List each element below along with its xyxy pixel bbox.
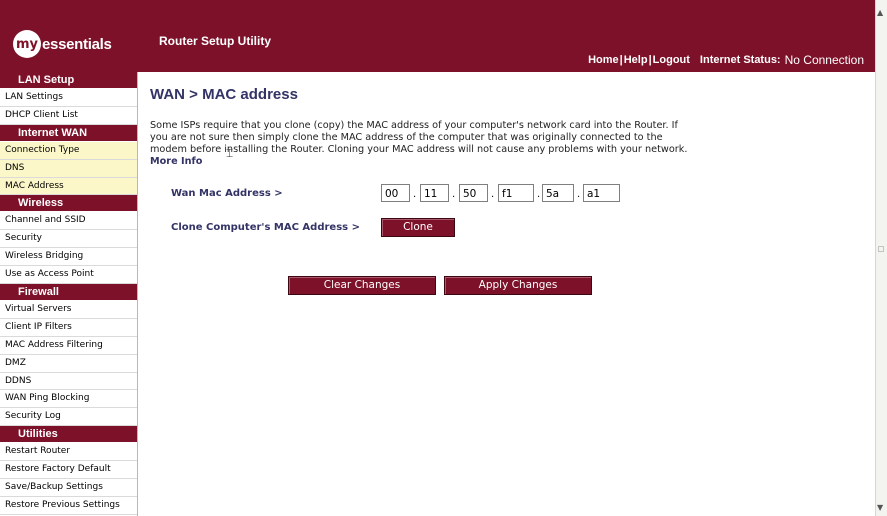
sidebar-item-mac-address[interactable]: MAC Address	[0, 177, 137, 196]
mac-separator: .	[537, 189, 541, 200]
sidebar-item-channel-ssid[interactable]: Channel and SSID	[0, 212, 137, 231]
clone-mac-label: Clone Computer's MAC Address >	[171, 222, 360, 233]
scroll-up-arrow-icon[interactable]: ▲	[877, 8, 883, 17]
internet-status-label: Internet Status:	[699, 54, 781, 66]
help-link[interactable]: Help	[624, 54, 648, 66]
sidebar-item-wan-ping-blocking[interactable]: WAN Ping Blocking	[0, 390, 137, 409]
sidebar-section-wireless: Wireless	[0, 195, 137, 213]
app-title: Router Setup Utility	[159, 34, 272, 48]
sidebar-item-dmz[interactable]: DMZ	[0, 355, 137, 373]
wan-mac-label: Wan Mac Address >	[171, 188, 283, 199]
sidebar-item-ddns[interactable]: DDNS	[0, 373, 137, 391]
sidebar-item-virtual-servers[interactable]: Virtual Servers	[0, 301, 137, 319]
sidebar-section-firewall: Firewall	[0, 284, 137, 302]
mac-separator: .	[413, 189, 417, 200]
more-info-link[interactable]: More Info	[150, 156, 202, 167]
top-nav: Home | Help | Logout Internet Status: No…	[588, 53, 864, 67]
sidebar-section-utilities: Utilities	[0, 426, 137, 444]
nav-separator: |	[648, 54, 652, 66]
clear-changes-button[interactable]: Clear Changes	[288, 276, 436, 295]
mac-separator: .	[577, 189, 581, 200]
mac-octet-2-input[interactable]: 11	[420, 184, 449, 202]
sidebar-item-restore-previous[interactable]: Restore Previous Settings	[0, 497, 137, 515]
sidebar-item-restore-factory[interactable]: Restore Factory Default	[0, 461, 137, 480]
sidebar-item-dns[interactable]: DNS	[0, 159, 137, 178]
nav-separator: |	[619, 54, 623, 66]
sidebar-item-save-backup[interactable]: Save/Backup Settings	[0, 479, 137, 497]
logout-link[interactable]: Logout	[653, 54, 690, 66]
text-cursor-icon: ⌶	[226, 146, 234, 160]
sidebar-item-restart-router[interactable]: Restart Router	[0, 443, 137, 462]
brand-logo: my essentials	[13, 30, 123, 58]
home-link[interactable]: Home	[588, 54, 619, 66]
scroll-grip-icon[interactable]	[878, 246, 884, 252]
sidebar-section-lan-setup: LAN Setup	[0, 72, 137, 89]
vertical-scrollbar[interactable]: ▲ ▼	[875, 0, 887, 516]
page-title: WAN > MAC address	[150, 86, 298, 103]
sidebar-item-wireless-bridging[interactable]: Wireless Bridging	[0, 248, 137, 267]
scroll-down-arrow-icon[interactable]: ▼	[877, 503, 883, 512]
main-content: WAN > MAC address	[150, 86, 298, 103]
header-bar: my essentials Router Setup Utility Home …	[0, 0, 876, 72]
sidebar-item-mac-filtering[interactable]: MAC Address Filtering	[0, 337, 137, 355]
mac-octet-5-input[interactable]: 5a	[542, 184, 574, 202]
logo-text: essentials	[42, 35, 112, 53]
sidebar-item-lan-settings[interactable]: LAN Settings	[0, 89, 137, 107]
sidebar-item-client-ip-filters[interactable]: Client IP Filters	[0, 319, 137, 337]
mac-separator: .	[491, 189, 495, 200]
sidebar-item-dhcp-client-list[interactable]: DHCP Client List	[0, 107, 137, 125]
sidebar-section-internet-wan: Internet WAN	[0, 124, 137, 142]
logo-circle: my	[13, 30, 41, 58]
mac-octet-6-input[interactable]: a1	[583, 184, 620, 202]
sidebar-nav: LAN Setup LAN Settings DHCP Client List …	[0, 72, 138, 516]
mac-octet-4-input[interactable]: f1	[498, 184, 534, 202]
sidebar-item-security-log[interactable]: Security Log	[0, 408, 137, 427]
sidebar-item-connection-type[interactable]: Connection Type	[0, 141, 137, 160]
apply-changes-button[interactable]: Apply Changes	[444, 276, 592, 295]
mac-separator: .	[452, 189, 456, 200]
sidebar-item-access-point[interactable]: Use as Access Point	[0, 266, 137, 285]
clone-button[interactable]: Clone	[381, 218, 455, 237]
mac-octet-1-input[interactable]: 00	[381, 184, 410, 202]
internet-status-value: No Connection	[784, 53, 864, 67]
mac-octet-3-input[interactable]: 50	[459, 184, 488, 202]
sidebar-item-wireless-security[interactable]: Security	[0, 230, 137, 249]
